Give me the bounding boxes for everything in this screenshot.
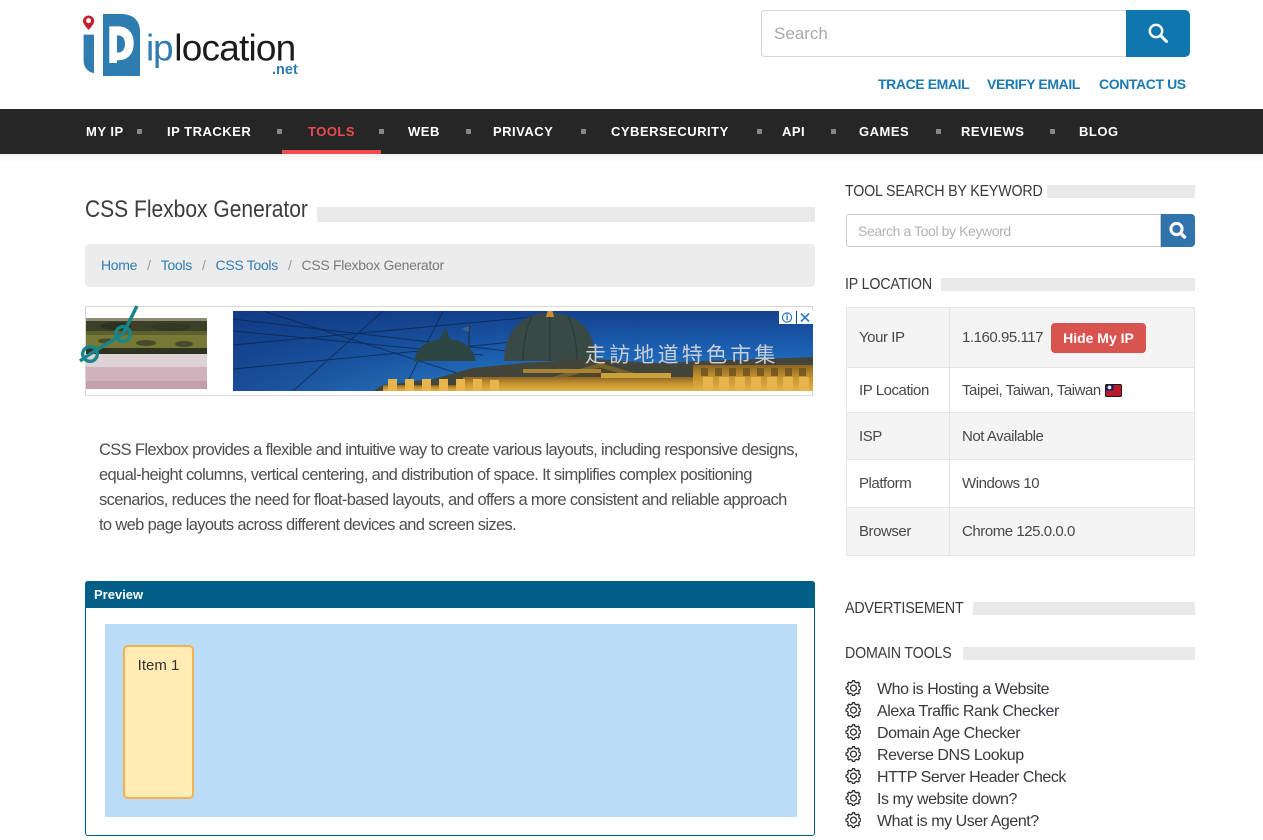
svg-text:走訪地道特色市集: 走訪地道特色市集 [585, 344, 779, 367]
svg-text:.net: .net [272, 62, 298, 77]
svg-text:ip: ip [146, 27, 173, 68]
